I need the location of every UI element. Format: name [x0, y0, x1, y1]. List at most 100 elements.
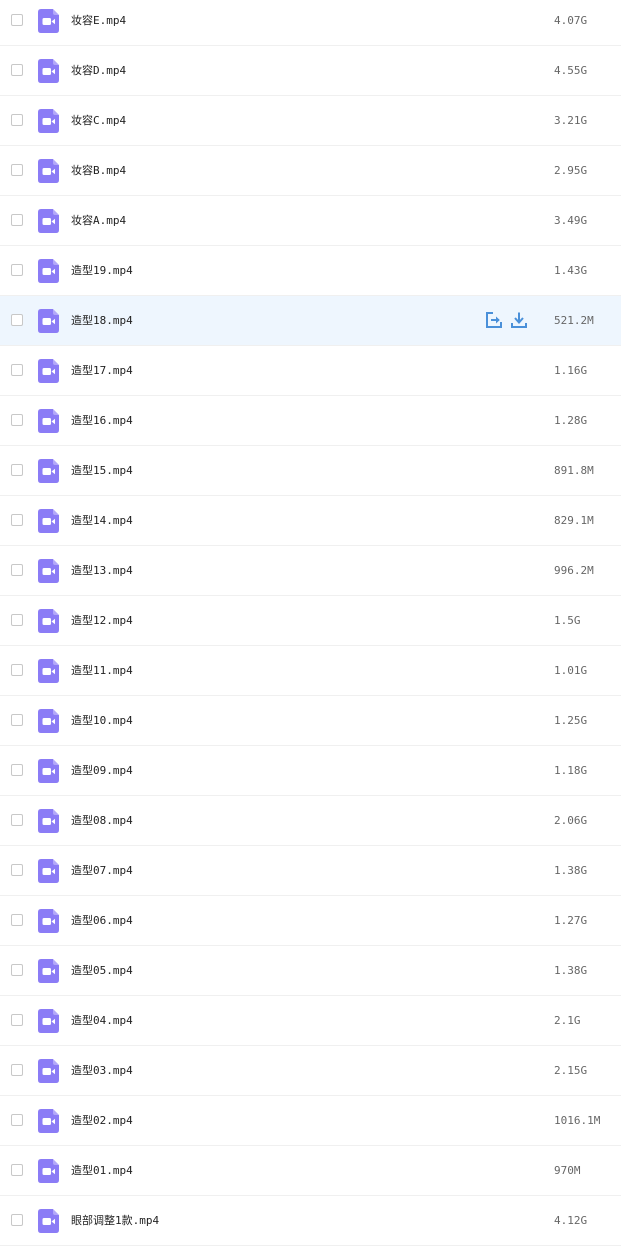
share-icon[interactable]: [485, 311, 503, 329]
download-icon[interactable]: [510, 311, 528, 329]
file-row[interactable]: 眼部调整1款.mp4 4.12G: [0, 1196, 621, 1246]
row-checkbox[interactable]: [11, 964, 23, 976]
file-row[interactable]: 造型12.mp4 1.5G: [0, 596, 621, 646]
file-name[interactable]: 造型03.mp4: [71, 1063, 133, 1079]
video-file-icon: [38, 59, 59, 83]
file-name[interactable]: 妆容D.mp4: [71, 63, 126, 79]
file-name[interactable]: 造型01.mp4: [71, 1163, 133, 1179]
row-checkbox[interactable]: [11, 1164, 23, 1176]
video-file-icon: [38, 509, 59, 533]
file-size: 1.38G: [554, 864, 588, 877]
file-name[interactable]: 妆容B.mp4: [71, 163, 126, 179]
file-name[interactable]: 造型15.mp4: [71, 463, 133, 479]
file-size: 1.38G: [554, 964, 588, 977]
file-row[interactable]: 造型13.mp4 996.2M: [0, 546, 621, 596]
file-row[interactable]: 造型06.mp4 1.27G: [0, 896, 621, 946]
file-size: 521.2M: [554, 314, 594, 327]
row-checkbox[interactable]: [11, 314, 23, 326]
file-name[interactable]: 妆容A.mp4: [71, 213, 126, 229]
row-checkbox[interactable]: [11, 864, 23, 876]
file-size: 829.1M: [554, 514, 594, 527]
file-name[interactable]: 造型02.mp4: [71, 1113, 133, 1129]
row-checkbox[interactable]: [11, 614, 23, 626]
row-checkbox[interactable]: [11, 114, 23, 126]
row-checkbox[interactable]: [11, 364, 23, 376]
file-name[interactable]: 造型19.mp4: [71, 263, 133, 279]
file-row[interactable]: 造型07.mp4 1.38G: [0, 846, 621, 896]
file-row[interactable]: 造型05.mp4 1.38G: [0, 946, 621, 996]
file-row[interactable]: 造型04.mp4 2.1G: [0, 996, 621, 1046]
row-checkbox[interactable]: [11, 1214, 23, 1226]
file-row[interactable]: 妆容D.mp4 4.55G: [0, 46, 621, 96]
row-checkbox[interactable]: [11, 64, 23, 76]
file-size: 2.1G: [554, 1014, 581, 1027]
file-name[interactable]: 造型10.mp4: [71, 713, 133, 729]
row-checkbox[interactable]: [11, 1014, 23, 1026]
row-checkbox[interactable]: [11, 564, 23, 576]
video-file-icon: [38, 459, 59, 483]
row-checkbox[interactable]: [11, 814, 23, 826]
file-name[interactable]: 造型04.mp4: [71, 1013, 133, 1029]
file-name[interactable]: 造型08.mp4: [71, 813, 133, 829]
row-checkbox[interactable]: [11, 464, 23, 476]
video-file-icon: [38, 609, 59, 633]
file-name[interactable]: 眼部调整1款.mp4: [71, 1213, 159, 1229]
file-row[interactable]: 妆容A.mp4 3.49G: [0, 196, 621, 246]
video-file-icon: [38, 309, 59, 333]
file-row[interactable]: 妆容C.mp4 3.21G: [0, 96, 621, 146]
file-row[interactable]: 造型16.mp4 1.28G: [0, 396, 621, 446]
file-row[interactable]: 造型02.mp4 1016.1M: [0, 1096, 621, 1146]
file-row[interactable]: 妆容B.mp4 2.95G: [0, 146, 621, 196]
file-name[interactable]: 造型07.mp4: [71, 863, 133, 879]
file-row[interactable]: 造型19.mp4 1.43G: [0, 246, 621, 296]
file-row[interactable]: 造型10.mp4 1.25G: [0, 696, 621, 746]
file-name[interactable]: 造型13.mp4: [71, 563, 133, 579]
file-name[interactable]: 妆容C.mp4: [71, 113, 126, 129]
file-row[interactable]: 造型17.mp4 1.16G: [0, 346, 621, 396]
file-name[interactable]: 妆容E.mp4: [71, 13, 126, 29]
file-name[interactable]: 造型18.mp4: [71, 313, 133, 329]
file-name[interactable]: 造型14.mp4: [71, 513, 133, 529]
row-checkbox[interactable]: [11, 1114, 23, 1126]
row-checkbox[interactable]: [11, 14, 23, 26]
file-name[interactable]: 造型12.mp4: [71, 613, 133, 629]
video-file-icon: [38, 1009, 59, 1033]
file-name[interactable]: 造型16.mp4: [71, 413, 133, 429]
file-size: 1.28G: [554, 414, 588, 427]
video-file-icon: [38, 909, 59, 933]
file-size: 970M: [554, 1164, 581, 1177]
row-checkbox[interactable]: [11, 164, 23, 176]
video-file-icon: [38, 159, 59, 183]
row-checkbox[interactable]: [11, 414, 23, 426]
row-checkbox[interactable]: [11, 914, 23, 926]
file-row[interactable]: 造型11.mp4 1.01G: [0, 646, 621, 696]
file-size: 891.8M: [554, 464, 594, 477]
file-size: 2.15G: [554, 1064, 588, 1077]
row-checkbox[interactable]: [11, 514, 23, 526]
file-row[interactable]: 造型01.mp4 970M: [0, 1146, 621, 1196]
file-row[interactable]: 造型09.mp4 1.18G: [0, 746, 621, 796]
file-size: 3.21G: [554, 114, 588, 127]
video-file-icon: [38, 9, 59, 33]
file-name[interactable]: 造型17.mp4: [71, 363, 133, 379]
file-name[interactable]: 造型09.mp4: [71, 763, 133, 779]
row-checkbox[interactable]: [11, 664, 23, 676]
row-checkbox[interactable]: [11, 214, 23, 226]
file-row[interactable]: 造型15.mp4 891.8M: [0, 446, 621, 496]
row-checkbox[interactable]: [11, 764, 23, 776]
file-size: 1.18G: [554, 764, 588, 777]
file-row[interactable]: 造型03.mp4 2.15G: [0, 1046, 621, 1096]
file-name[interactable]: 造型11.mp4: [71, 663, 133, 679]
row-checkbox[interactable]: [11, 264, 23, 276]
file-row[interactable]: 妆容E.mp4 4.07G: [0, 0, 621, 46]
video-file-icon: [38, 809, 59, 833]
file-name[interactable]: 造型06.mp4: [71, 913, 133, 929]
file-name[interactable]: 造型05.mp4: [71, 963, 133, 979]
video-file-icon: [38, 1059, 59, 1083]
file-size: 996.2M: [554, 564, 594, 577]
file-row[interactable]: 造型14.mp4 829.1M: [0, 496, 621, 546]
file-row[interactable]: 造型08.mp4 2.06G: [0, 796, 621, 846]
row-checkbox[interactable]: [11, 1064, 23, 1076]
row-checkbox[interactable]: [11, 714, 23, 726]
file-row[interactable]: 造型18.mp4 521.2M: [0, 296, 621, 346]
